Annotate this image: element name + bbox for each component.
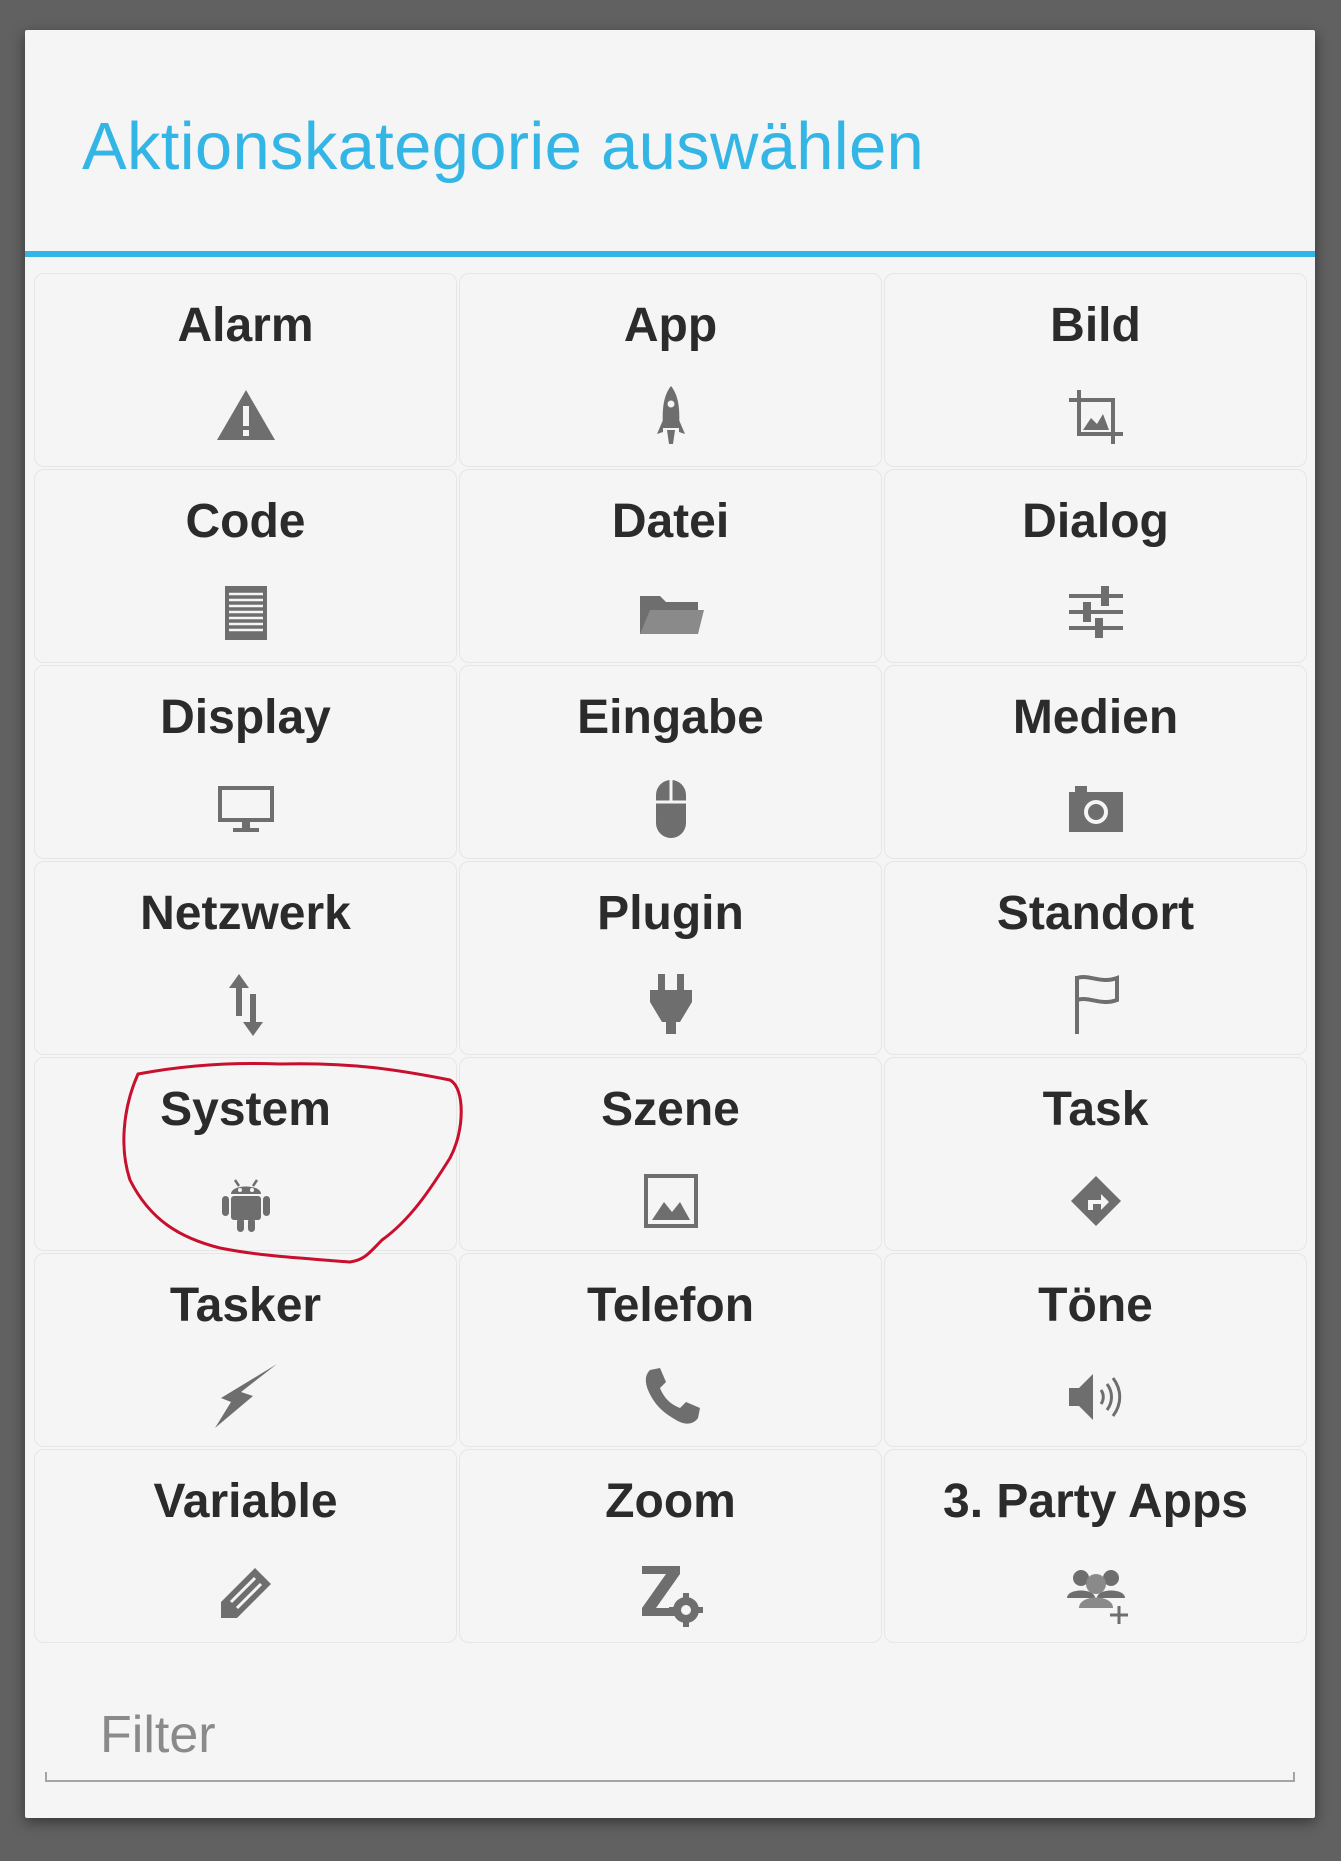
category-label: Netzwerk xyxy=(140,887,351,940)
zoom-gear-icon xyxy=(636,1558,706,1628)
picture-icon xyxy=(636,1166,706,1236)
category-display[interactable]: Display xyxy=(34,665,457,859)
category-plugin[interactable]: Plugin xyxy=(459,861,882,1055)
category-label: Bild xyxy=(1050,299,1141,352)
category-alarm[interactable]: Alarm xyxy=(34,273,457,467)
category-label: Szene xyxy=(601,1083,740,1136)
category-label: Zoom xyxy=(605,1475,736,1528)
lightning-icon xyxy=(211,1362,281,1432)
category-variable[interactable]: Variable xyxy=(34,1449,457,1643)
filter-input[interactable] xyxy=(45,1702,1295,1768)
category-label: Eingabe xyxy=(577,691,764,744)
category-label: App xyxy=(623,299,718,352)
category-tasker[interactable]: Tasker xyxy=(34,1253,457,1447)
category-label: Display xyxy=(160,691,331,744)
category-label: Standort xyxy=(996,887,1195,940)
category-label: Töne xyxy=(1038,1279,1153,1332)
category-medien[interactable]: Medien xyxy=(884,665,1307,859)
sliders-icon xyxy=(1061,578,1131,648)
category-code[interactable]: Code xyxy=(34,469,457,663)
category-netzwerk[interactable]: Netzwerk xyxy=(34,861,457,1055)
category-label: Datei xyxy=(611,495,730,548)
warning-icon xyxy=(211,382,281,452)
category-label: Task xyxy=(1042,1083,1149,1136)
category-label: Alarm xyxy=(177,299,314,352)
mouse-icon xyxy=(636,774,706,844)
category-szene[interactable]: Szene xyxy=(459,1057,882,1251)
category-eingabe[interactable]: Eingabe xyxy=(459,665,882,859)
category-label: Medien xyxy=(1012,691,1179,744)
category-datei[interactable]: Datei xyxy=(459,469,882,663)
category-app[interactable]: App xyxy=(459,273,882,467)
category-telefon[interactable]: Telefon xyxy=(459,1253,882,1447)
category-zoom[interactable]: Zoom xyxy=(459,1449,882,1643)
category-label: Code xyxy=(185,495,306,548)
category-label: Plugin xyxy=(597,887,744,940)
category-label: Telefon xyxy=(586,1279,755,1332)
category-label: 3. Party Apps xyxy=(943,1475,1248,1528)
category-label: Tasker xyxy=(169,1279,322,1332)
category-system[interactable]: System xyxy=(34,1057,457,1251)
action-category-dialog: Aktionskategorie auswählen Alarm App Bil… xyxy=(25,30,1315,1818)
title-divider xyxy=(25,251,1315,257)
up-down-arrows-icon xyxy=(211,970,281,1040)
category-grid: Alarm App Bild Code Datei Dialog Display… xyxy=(33,272,1307,1644)
android-icon xyxy=(211,1166,281,1236)
monitor-icon xyxy=(211,774,281,844)
crop-image-icon xyxy=(1061,382,1131,452)
category-label: System xyxy=(160,1083,331,1136)
turn-sign-icon xyxy=(1061,1166,1131,1236)
pencil-icon xyxy=(211,1558,281,1628)
category-dialog[interactable]: Dialog xyxy=(884,469,1307,663)
filter-underline xyxy=(45,1772,1295,1782)
speaker-icon xyxy=(1061,1362,1131,1432)
plug-icon xyxy=(636,970,706,1040)
rocket-icon xyxy=(636,382,706,452)
category-label: Dialog xyxy=(1022,495,1169,548)
folder-open-icon xyxy=(636,578,706,648)
dialog-header: Aktionskategorie auswählen xyxy=(25,30,1315,251)
category-bild[interactable]: Bild xyxy=(884,273,1307,467)
category-task[interactable]: Task xyxy=(884,1057,1307,1251)
camera-icon xyxy=(1061,774,1131,844)
group-add-icon xyxy=(1061,1558,1131,1628)
dialog-title: Aktionskategorie auswählen xyxy=(82,109,925,184)
category-label: Variable xyxy=(153,1475,338,1528)
category-toene[interactable]: Töne xyxy=(884,1253,1307,1447)
document-lines-icon xyxy=(211,578,281,648)
filter-field-wrapper xyxy=(45,1702,1295,1782)
category-standort[interactable]: Standort xyxy=(884,861,1307,1055)
flag-icon xyxy=(1061,970,1131,1040)
phone-icon xyxy=(636,1362,706,1432)
category-third-party-apps[interactable]: 3. Party Apps xyxy=(884,1449,1307,1643)
